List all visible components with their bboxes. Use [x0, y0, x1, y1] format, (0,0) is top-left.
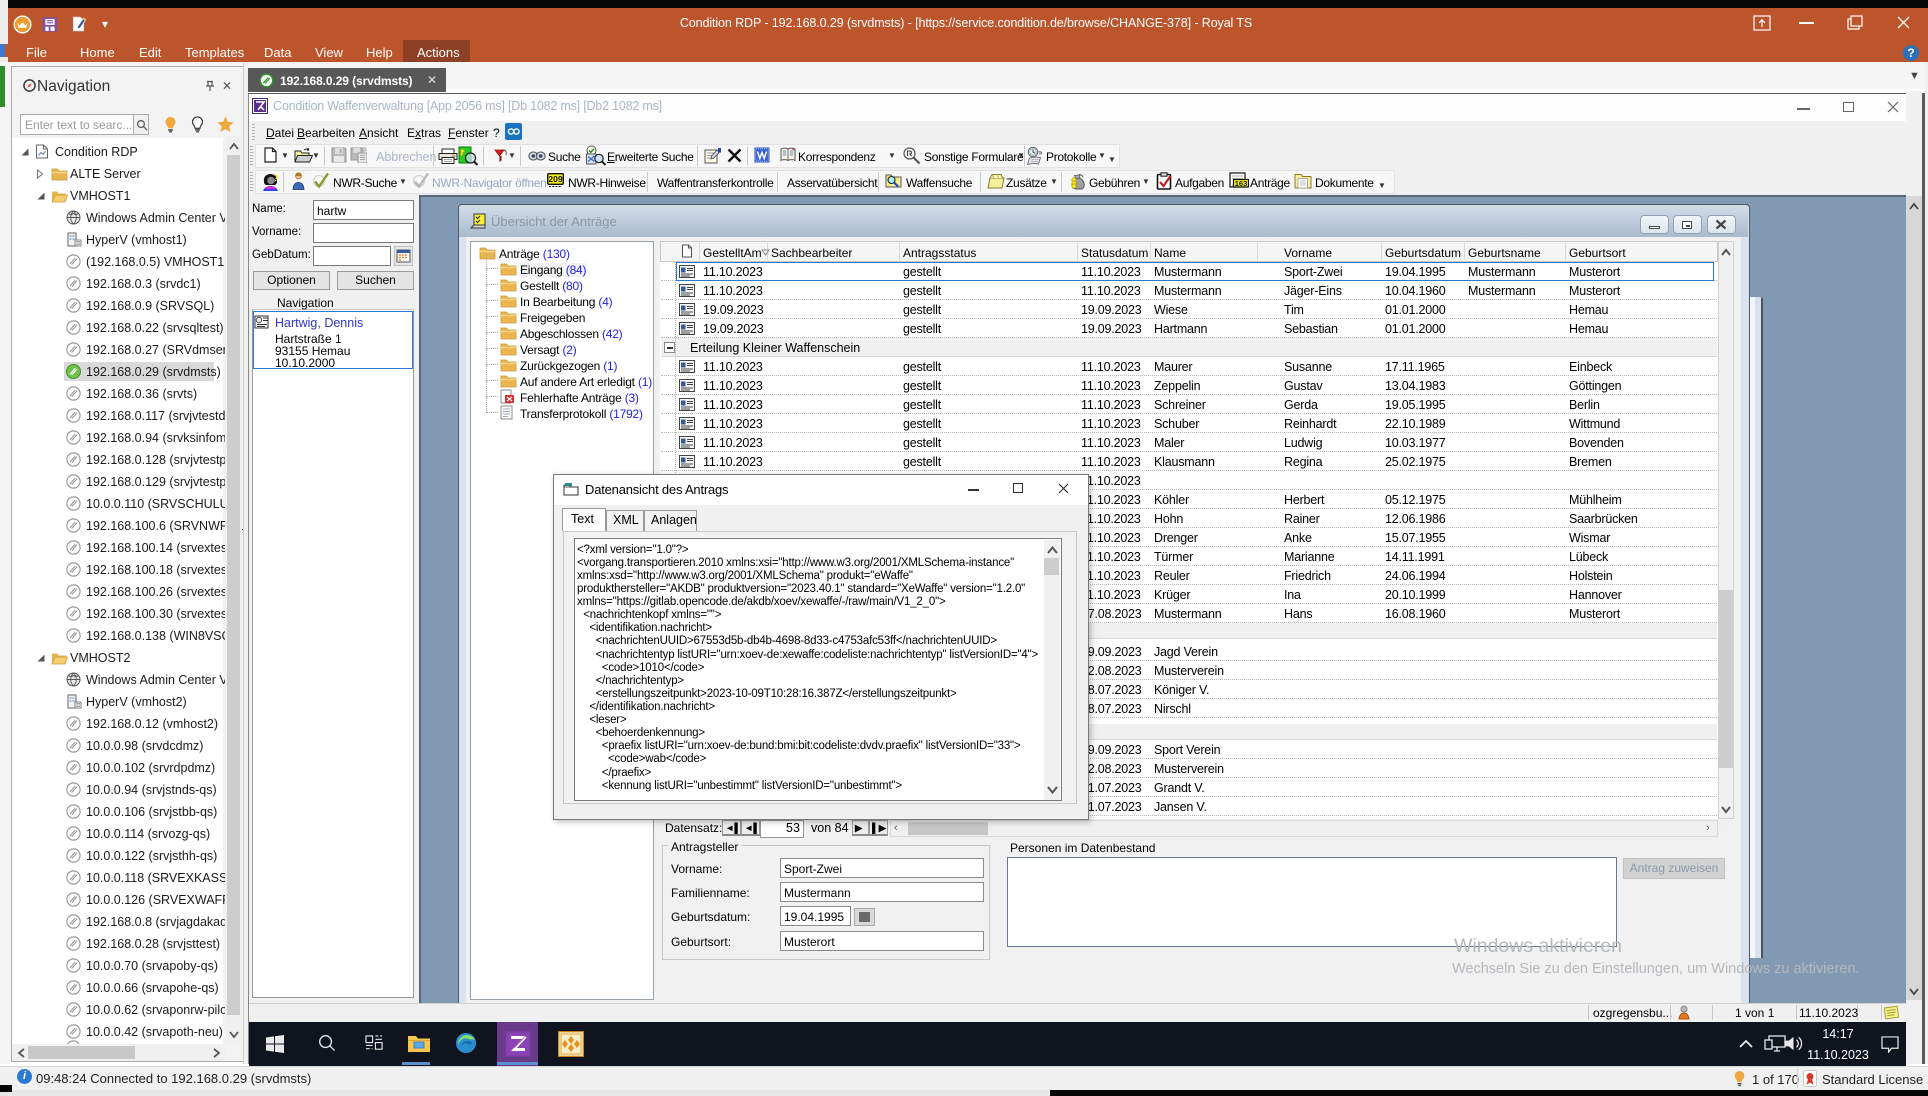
svg-text:209: 209	[548, 174, 562, 184]
svg-text:163: 163	[1235, 179, 1248, 188]
